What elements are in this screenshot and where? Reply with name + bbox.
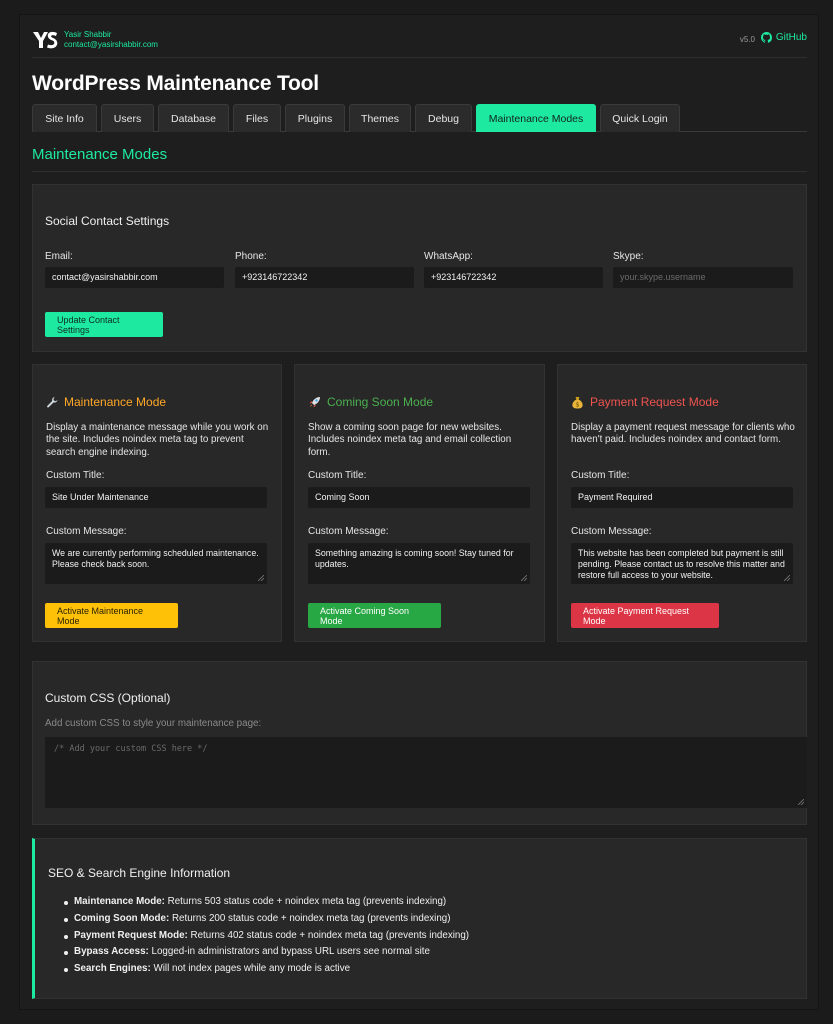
payment-message-text: This website has been completed but paym… (578, 548, 785, 580)
top-bar: Yasir Shabbir contact@yasirshabbir.com v… (32, 28, 807, 58)
tab-maintenance-modes[interactable]: Maintenance Modes (476, 104, 596, 132)
rocket-icon (309, 396, 320, 407)
list-item: Bypass Access: Logged-in administrators … (63, 944, 469, 961)
payment-request-mode-description: Display a payment request message for cl… (571, 422, 795, 446)
coming-soon-title-label: Custom Title: (308, 470, 367, 481)
whatsapp-label: WhatsApp: (424, 251, 473, 262)
seo-term: Maintenance Mode: (74, 896, 165, 907)
activate-payment-request-button[interactable]: Activate Payment Request Mode (571, 603, 719, 628)
tab-users[interactable]: Users (101, 104, 154, 132)
maintenance-mode-title: Maintenance Mode (64, 395, 167, 409)
maintenance-title-label: Custom Title: (46, 470, 105, 481)
custom-css-placeholder: /* Add your custom CSS here */ (54, 744, 208, 754)
page-title: WordPress Maintenance Tool (32, 72, 319, 95)
email-field[interactable]: contact@yasirshabbir.com (45, 267, 224, 288)
tab-files[interactable]: Files (233, 104, 281, 132)
coming-soon-message-label: Custom Message: (308, 526, 389, 537)
custom-css-help: Add custom CSS to style your maintenance… (45, 718, 262, 729)
seo-text: Will not index pages while any mode is a… (150, 963, 351, 975)
author-name: Yasir Shabbir (64, 30, 112, 39)
tab-plugins[interactable]: Plugins (285, 104, 345, 132)
seo-info-title: SEO & Search Engine Information (48, 866, 231, 880)
whatsapp-field[interactable]: +923146722342 (424, 267, 603, 288)
seo-text: Returns 503 status code + noindex meta t… (164, 896, 447, 907)
github-icon (760, 32, 772, 43)
list-item: Payment Request Mode: Returns 402 status… (63, 928, 470, 945)
custom-css-input[interactable]: /* Add your custom CSS here */ (45, 737, 807, 808)
email-label: Email: (45, 251, 73, 262)
phone-field[interactable]: +923146722342 (235, 267, 414, 288)
tab-themes[interactable]: Themes (349, 104, 411, 132)
seo-text: Returns 402 status code + noindex meta t… (187, 929, 470, 941)
money-bag-icon: $ (572, 396, 583, 408)
github-link[interactable]: GitHub (760, 32, 807, 43)
coming-soon-message-input[interactable]: Something amazing is coming soon! Stay t… (308, 543, 530, 584)
list-item: Coming Soon Mode: Returns 200 status cod… (63, 911, 469, 928)
seo-term: Bypass Access: (74, 946, 149, 958)
coming-soon-mode-heading: Coming Soon Mode (308, 395, 433, 409)
seo-term: Search Engines: (74, 963, 151, 975)
ys-logo-icon (33, 31, 58, 49)
seo-term: Coming Soon Mode: (74, 912, 170, 924)
svg-text:$: $ (576, 401, 580, 408)
maintenance-title-input[interactable]: Site Under Maintenance (45, 487, 267, 508)
coming-soon-title-input[interactable]: Coming Soon (308, 487, 530, 508)
activate-maintenance-button[interactable]: Activate Maintenance Mode (45, 603, 178, 628)
coming-soon-message-text: Something amazing is coming soon! Stay t… (315, 548, 514, 569)
seo-term: Payment Request Mode: (74, 929, 188, 941)
github-label: GitHub (775, 32, 807, 43)
payment-request-mode-heading: $ Payment Request Mode (571, 395, 719, 409)
custom-css-title: Custom CSS (Optional) (45, 691, 171, 705)
coming-soon-mode-title: Coming Soon Mode (327, 395, 434, 409)
seo-info-list: Maintenance Mode: Returns 503 status cod… (63, 894, 470, 978)
resize-handle-icon[interactable] (258, 575, 264, 581)
author-info: Yasir Shabbir contact@yasirshabbir.com (64, 30, 158, 50)
list-item: Search Engines: Will not index pages whi… (63, 961, 469, 978)
section-title: Maintenance Modes (32, 146, 807, 172)
maintenance-message-text: We are currently performing scheduled ma… (52, 548, 259, 569)
payment-message-label: Custom Message: (571, 526, 652, 537)
author-email[interactable]: contact@yasirshabbir.com (64, 40, 158, 50)
skype-label: Skype: (613, 251, 644, 262)
maintenance-mode-description: Display a maintenance message while you … (46, 422, 269, 458)
version-badge: v5.0 (739, 35, 755, 44)
tab-bar: Site Info Users Database Files Plugins T… (32, 104, 807, 132)
phone-label: Phone: (235, 251, 267, 262)
tab-quick-login[interactable]: Quick Login (600, 104, 680, 132)
payment-title-label: Custom Title: (571, 470, 630, 481)
resize-handle-icon[interactable] (784, 575, 790, 581)
resize-handle-icon[interactable] (798, 799, 804, 805)
maintenance-mode-heading: Maintenance Mode (46, 395, 166, 409)
maintenance-message-label: Custom Message: (46, 526, 127, 537)
payment-request-mode-title: Payment Request Mode (590, 395, 719, 409)
activate-coming-soon-button[interactable]: Activate Coming Soon Mode (308, 603, 441, 628)
tab-debug[interactable]: Debug (415, 104, 472, 132)
skype-field[interactable]: your.skype.username (613, 267, 793, 288)
seo-text: Logged-in administrators and bypass URL … (148, 946, 430, 958)
seo-text: Returns 200 status code + noindex meta t… (169, 912, 451, 924)
payment-title-input[interactable]: Payment Required (571, 487, 793, 508)
wrench-icon (47, 397, 58, 408)
list-item: Maintenance Mode: Returns 503 status cod… (63, 894, 469, 911)
resize-handle-icon[interactable] (521, 575, 527, 581)
update-contact-button[interactable]: Update Contact Settings (45, 312, 163, 337)
maintenance-message-input[interactable]: We are currently performing scheduled ma… (45, 543, 267, 584)
tab-site-info[interactable]: Site Info (32, 104, 97, 132)
tab-database[interactable]: Database (158, 104, 229, 132)
coming-soon-mode-description: Show a coming soon page for new websites… (308, 422, 512, 458)
payment-message-input[interactable]: This website has been completed but paym… (571, 543, 793, 584)
contact-settings-title: Social Contact Settings (45, 214, 170, 228)
